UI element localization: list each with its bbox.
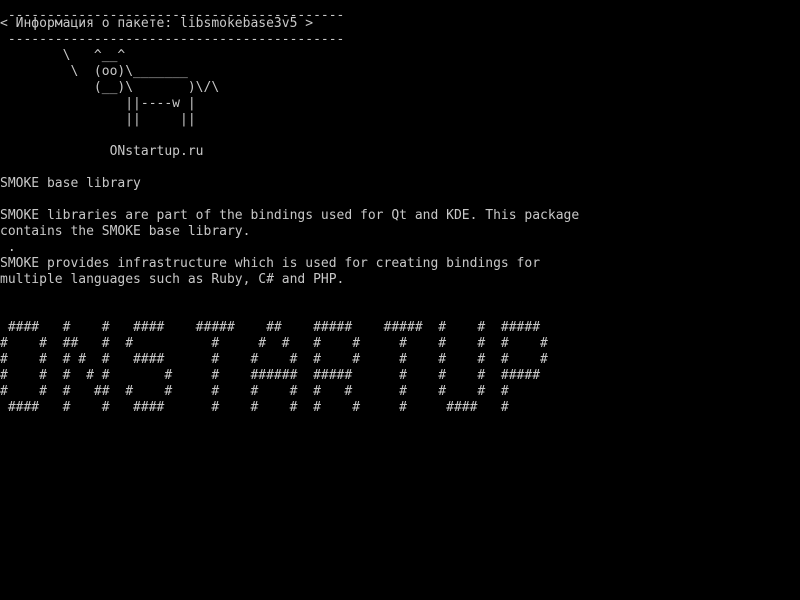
package-description-line: contains the SMOKE base library. <box>0 224 251 239</box>
cowsay-border-bottom: ----------------------------------------… <box>0 32 345 47</box>
banner-ascii-line: # # # ## # # # # # # # # # # # <box>0 384 509 399</box>
package-description-line: multiple languages such as Ruby, C# and … <box>0 272 345 287</box>
package-info-heading: < Информация о пакете: libsmokebase3v5 > <box>0 16 314 31</box>
package-description-line: SMOKE libraries are part of the bindings… <box>0 208 580 223</box>
terminal-screen: ----------------------------------------… <box>0 0 800 600</box>
cow-ascii-line: (__)\ )\/\ <box>0 80 220 95</box>
package-summary: SMOKE base library <box>0 176 141 191</box>
banner-ascii-line: # # # # # # # ###### ##### # # # ##### <box>0 368 541 383</box>
package-description-line: . <box>0 240 16 255</box>
cow-ascii-line: || || <box>0 112 196 127</box>
banner-ascii-line: # # # # # #### # # # # # # # # # # <box>0 352 548 367</box>
banner-ascii-line: #### # # #### # # # # # # #### # <box>0 400 509 415</box>
banner-ascii-line: # # ## # # # # # # # # # # # # <box>0 336 548 351</box>
package-description-line: SMOKE provides infrastructure which is u… <box>0 256 541 271</box>
site-name: ONstartup.ru <box>0 144 204 159</box>
cow-ascii-line: \ ^__^ <box>0 48 126 63</box>
cow-ascii-line: \ (oo)\_______ <box>0 64 188 79</box>
banner-ascii-line: #### # # #### ##### ## ##### ##### # # #… <box>0 320 541 335</box>
cow-ascii-line: ||----w | <box>0 96 196 111</box>
